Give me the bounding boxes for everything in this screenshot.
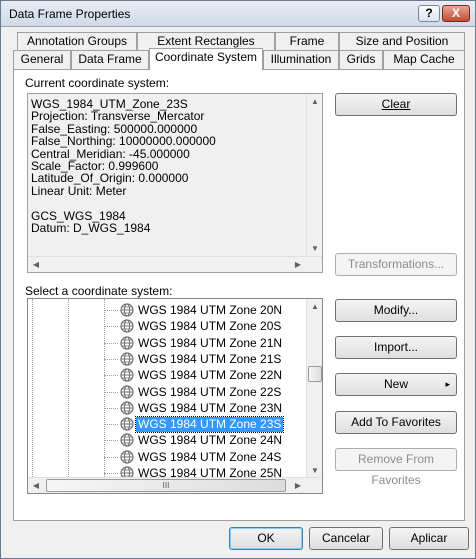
dialog-window: Data Frame Properties ? X Annotation Gro…	[0, 0, 476, 559]
globe-icon	[120, 433, 134, 447]
tab-size-and-position[interactable]: Size and Position	[339, 32, 465, 51]
tree-branch-line	[104, 358, 118, 360]
scroll-thumb[interactable]	[308, 366, 322, 382]
tree-branch-line	[104, 326, 118, 328]
tab-annotation-groups[interactable]: Annotation Groups	[17, 32, 137, 51]
tree-branch-line	[104, 424, 118, 426]
dropdown-arrow-icon: ▸	[445, 379, 450, 389]
tree-branch-line	[104, 456, 118, 458]
tree-horizontal-scrollbar[interactable]: ◀ III ▶	[28, 477, 322, 493]
title-bar[interactable]: Data Frame Properties ? X	[1, 1, 475, 27]
tab-map-cache[interactable]: Map Cache	[383, 50, 465, 69]
tree-branch-line	[104, 407, 118, 409]
help-button[interactable]: ?	[418, 5, 440, 22]
scroll-down-arrow-icon[interactable]: ▼	[307, 241, 322, 257]
apply-button[interactable]: Aplicar	[389, 527, 469, 550]
tree-item-label: WGS 1984 UTM Zone 21S	[138, 351, 282, 366]
scroll-left-arrow-icon[interactable]: ◀	[28, 478, 44, 493]
tree-branch-line	[104, 342, 118, 344]
tree-item-label: WGS 1984 UTM Zone 20S	[138, 319, 282, 334]
details-vertical-scrollbar[interactable]: ▲ ▼	[306, 94, 322, 257]
tree-branch-line	[104, 375, 118, 377]
tab-grids[interactable]: Grids	[339, 50, 383, 69]
tree-item-label: WGS 1984 UTM Zone 20N	[138, 303, 283, 317]
globe-icon	[120, 417, 134, 431]
clear-button[interactable]: Clear	[335, 93, 457, 116]
globe-icon	[120, 335, 134, 350]
coordinate-detail-line: Latitude_Of_Origin: 0.000000	[31, 171, 189, 186]
coordinate-system-tree[interactable]: WGS 1984 UTM Zone 20N WGS 1984 UTM Zone 2…	[27, 298, 323, 494]
tab-illumination[interactable]: Illumination	[263, 50, 339, 69]
globe-icon	[120, 319, 134, 333]
coordinate-detail-line: False_Northing: 10000000.000000	[31, 134, 216, 149]
tree-branch-line	[104, 391, 118, 393]
tree-item-label: WGS 1984 UTM Zone 24N	[138, 433, 283, 448]
coordinate-detail-line: Projection: Transverse_Mercator	[31, 109, 205, 124]
modify-button[interactable]: Modify...	[335, 299, 457, 322]
coordinate-detail-line	[31, 197, 216, 209]
tab-data-frame[interactable]: Data Frame	[71, 50, 149, 69]
close-button[interactable]: X	[442, 5, 470, 22]
new-button-label: New	[383, 377, 408, 391]
current-coordinate-system-box[interactable]: WGS_1984_UTM_Zone_23S Projection: Transve…	[27, 93, 323, 273]
new-button[interactable]: New ▸	[335, 373, 457, 396]
tree-branch-line	[104, 473, 118, 474]
globe-icon	[120, 303, 134, 317]
select-coordinate-system-label: Select a coordinate system:	[25, 284, 173, 298]
tree-item-label: WGS 1984 UTM Zone 23S	[134, 416, 285, 434]
tree-item-label: WGS 1984 UTM Zone 22S	[138, 384, 282, 399]
tree-branch-line	[104, 440, 118, 442]
tree-item-label: WGS 1984 UTM Zone 24S	[138, 449, 282, 464]
tree-branch-line	[104, 310, 118, 311]
tree-guide-line	[68, 299, 69, 479]
coordinate-detail-line: Linear Unit: Meter	[31, 183, 127, 198]
import-button[interactable]: Import...	[335, 336, 457, 359]
scroll-thumb-horizontal[interactable]: III	[46, 479, 286, 492]
clear-button-label: Clear	[381, 97, 411, 111]
globe-icon	[120, 384, 134, 399]
remove-from-favorites-button[interactable]: Remove From Favorites	[335, 448, 457, 487]
ok-button[interactable]: OK	[229, 527, 303, 550]
scroll-right-arrow-icon[interactable]: ▶	[290, 478, 306, 493]
coordinate-system-details: WGS_1984_UTM_Zone_23S Projection: Transve…	[31, 98, 216, 236]
globe-icon	[120, 450, 134, 464]
coordinate-detail-line: Datum: D_WGS_1984	[31, 221, 151, 236]
scroll-up-arrow-icon[interactable]: ▲	[307, 94, 322, 110]
current-coordinate-system-label: Current coordinate system:	[25, 76, 170, 90]
tree-vertical-scrollbar[interactable]: ▲ ▼	[306, 299, 322, 479]
tab-coordinate-system[interactable]: Coordinate System	[149, 48, 263, 70]
scroll-left-arrow-icon[interactable]: ◀	[28, 257, 44, 272]
transformations-button[interactable]: Transformations...	[335, 253, 457, 276]
window-title: Data Frame Properties	[9, 7, 131, 21]
globe-icon	[120, 368, 134, 382]
tree-item-label: WGS 1984 UTM Zone 21N	[138, 335, 283, 350]
globe-icon	[120, 352, 134, 366]
scroll-up-arrow-icon[interactable]: ▲	[307, 299, 322, 315]
globe-icon	[120, 401, 134, 415]
add-to-favorites-button[interactable]: Add To Favorites	[335, 411, 457, 434]
scroll-right-arrow-icon[interactable]: ▶	[290, 257, 306, 272]
tree-item-label: WGS 1984 UTM Zone 22N	[138, 368, 283, 383]
tree-item-label: WGS 1984 UTM Zone 23N	[138, 400, 283, 415]
tree-guide-line	[32, 299, 33, 479]
details-horizontal-scrollbar[interactable]: ◀ ▶	[28, 256, 322, 272]
tab-frame[interactable]: Frame	[275, 32, 339, 51]
cancel-button[interactable]: Cancelar	[309, 527, 383, 550]
tab-general[interactable]: General	[13, 50, 71, 69]
